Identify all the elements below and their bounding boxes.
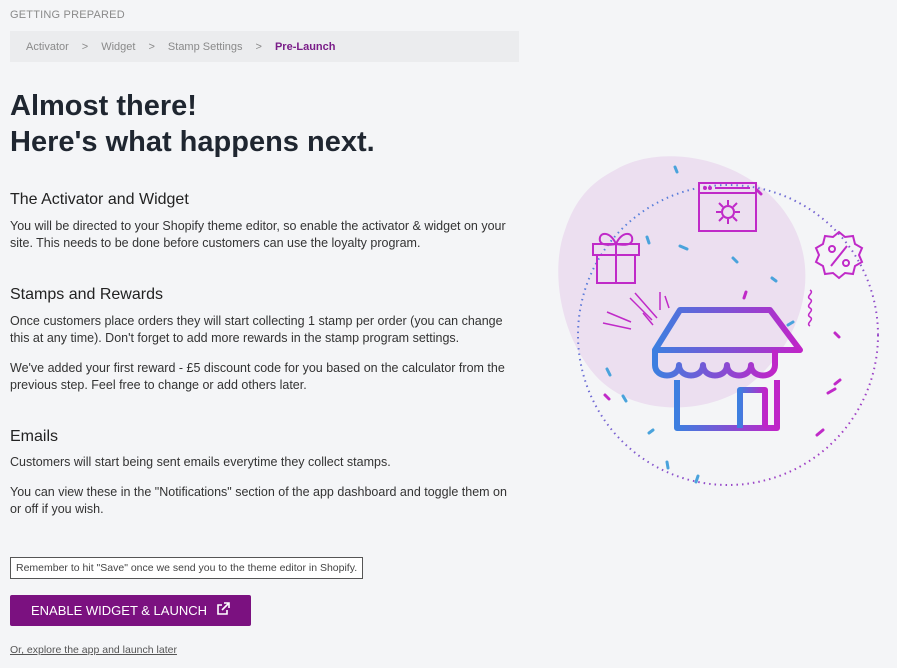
enable-widget-launch-button[interactable]: ENABLE WIDGET & LAUNCH [10,595,251,626]
breadcrumb-separator: > [148,40,155,53]
breadcrumb-widget[interactable]: Widget [101,41,135,53]
discount-badge-icon [814,230,864,280]
page-title: Almost there! Here's what happens next. [10,88,375,160]
breadcrumb-separator: > [255,40,262,53]
section-text-emails-2: You can view these in the "Notifications… [10,485,507,516]
headline-line-1: Almost there! [10,90,197,122]
breadcrumb: Activator > Widget > Stamp Settings > Pr… [10,31,519,62]
section-label: GETTING PREPARED [10,9,125,21]
section-title-activator: The Activator and Widget [10,191,189,208]
cta-label: ENABLE WIDGET & LAUNCH [30,603,208,618]
breadcrumb-separator: > [81,40,89,53]
section-text-activator: You will be directed to your Shopify the… [10,219,506,250]
external-link-icon [216,602,230,619]
store-illustration [558,156,879,486]
section-text-stamps-2: We've added your first reward - £5 disco… [10,361,505,392]
save-reminder-note: Remember to hit "Save" once we send you … [10,557,364,579]
section-text-stamps-1: Once customers place orders they will st… [10,314,503,345]
headline-line-2: Here's what happens next. [10,126,375,158]
squiggle [807,289,813,327]
section-text-emails-1: Customers will start being sent emails e… [10,455,391,469]
section-title-emails: Emails [10,428,59,445]
explore-later-link[interactable]: Or, explore the app and launch later [10,644,177,656]
breadcrumb-stamp-settings[interactable]: Stamp Settings [168,41,243,53]
section-title-stamps: Stamps and Rewards [10,286,163,303]
breadcrumb-pre-launch: Pre-Launch [274,40,336,53]
breadcrumb-activator[interactable]: Activator [26,41,69,53]
